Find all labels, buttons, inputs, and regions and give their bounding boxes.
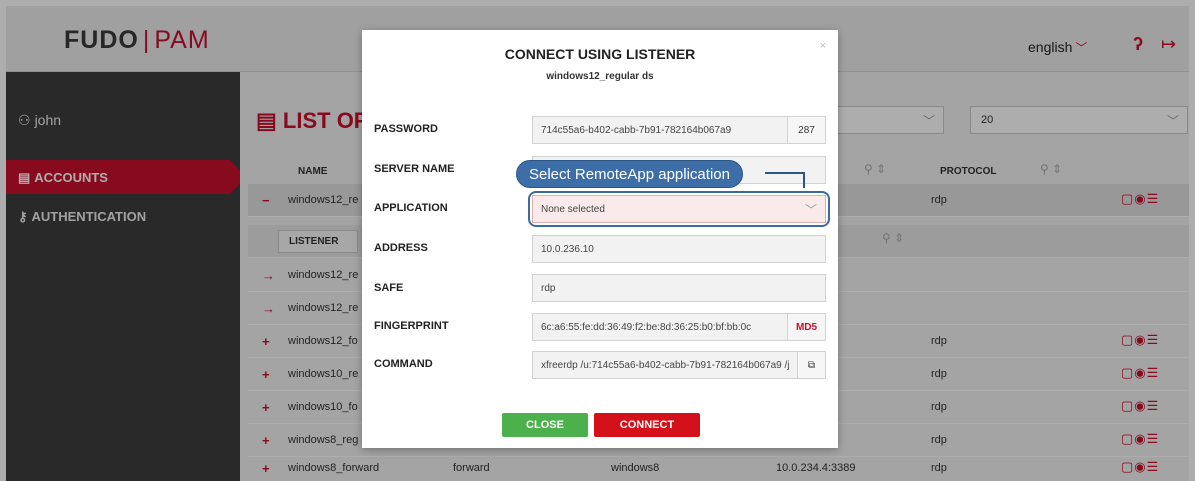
command-field[interactable]: xfreerdp /u:714c55a6-b402-cabb-7b91-7821…: [532, 351, 826, 379]
connect-button[interactable]: CONNECT: [594, 413, 700, 437]
password-field[interactable]: 714c55a6-b402-cabb-7b91-782164b067a9 287: [532, 116, 826, 144]
dialog-title: CONNECT USING LISTENER: [504, 46, 696, 62]
callout-connector: [765, 172, 805, 188]
safe-label: SAFE: [374, 282, 404, 294]
application-label: APPLICATION: [374, 202, 448, 214]
callout-annotation: Select RemoteApp application: [516, 160, 743, 188]
address-field[interactable]: 10.0.236.10: [532, 235, 826, 263]
fingerprint-hash-type[interactable]: MD5: [787, 314, 825, 340]
server-name-label: SERVER NAME: [374, 163, 455, 175]
password-countdown: 287: [787, 117, 825, 143]
connect-listener-dialog: CONNECT USING LISTENER windows12_regular…: [362, 30, 838, 448]
command-label: COMMAND: [374, 358, 433, 370]
fingerprint-field[interactable]: 6c:a6:55:fe:dd:36:49:f2:be:8d:36:25:b0:b…: [532, 313, 826, 341]
safe-value: rdp: [541, 283, 556, 294]
password-label: PASSWORD: [374, 123, 438, 135]
command-value: xfreerdp /u:714c55a6-b402-cabb-7b91-7821…: [541, 360, 790, 371]
address-label: ADDRESS: [374, 242, 428, 254]
fingerprint-label: FINGERPRINT: [374, 320, 449, 332]
close-icon[interactable]: ×: [820, 40, 826, 52]
address-value: 10.0.236.10: [541, 244, 594, 255]
close-button[interactable]: CLOSE: [502, 413, 588, 437]
dialog-subtitle: windows12_regular ds: [546, 71, 654, 82]
fingerprint-value: 6c:a6:55:fe:dd:36:49:f2:be:8d:36:25:b0:b…: [541, 322, 752, 333]
password-value: 714c55a6-b402-cabb-7b91-782164b067a9: [541, 125, 732, 136]
highlight-outline: [528, 191, 830, 227]
safe-field[interactable]: rdp: [532, 274, 826, 302]
copy-icon[interactable]: ⧉: [797, 352, 825, 378]
